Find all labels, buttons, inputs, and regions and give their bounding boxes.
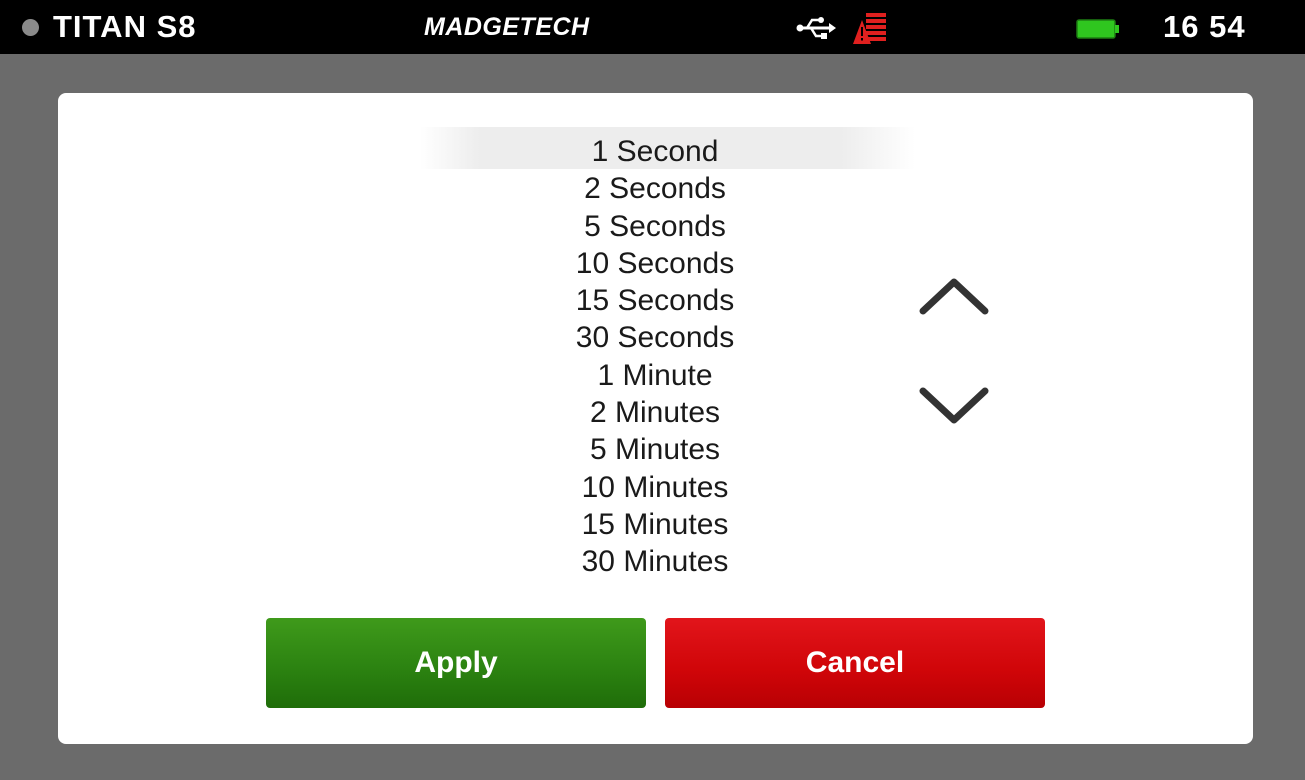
interval-option[interactable]: 5 Seconds: [455, 208, 855, 245]
device-name: TITAN S8: [53, 9, 197, 44]
interval-option[interactable]: 10 Seconds: [455, 245, 855, 282]
interval-option[interactable]: 30 Minutes: [455, 543, 855, 580]
alarm-icon: [853, 13, 886, 44]
interval-option[interactable]: 30 Seconds: [455, 319, 855, 356]
chevron-down-icon: [919, 387, 989, 424]
interval-option[interactable]: 15 Seconds: [455, 282, 855, 319]
clock-time: 16 54: [1163, 9, 1246, 44]
logging-interval-dialog: 1 Second 2 Seconds 5 Seconds 10 Seconds …: [58, 93, 1253, 744]
status-dot-icon: [22, 19, 39, 36]
chevron-up-icon: [919, 278, 989, 315]
status-bar: TITAN S8 MADGETECH 16 54: [0, 0, 1305, 54]
brand-logo: MADGETECH: [424, 13, 590, 41]
interval-option[interactable]: 1 Second: [455, 133, 855, 170]
battery-icon: [1076, 19, 1119, 39]
scroll-up-button[interactable]: [914, 265, 994, 329]
device-screen: TITAN S8 MADGETECH 16 54 1 Second 2 Seco…: [0, 0, 1305, 780]
interval-option-list[interactable]: 1 Second 2 Seconds 5 Seconds 10 Seconds …: [455, 133, 855, 581]
interval-option[interactable]: 10 Minutes: [455, 469, 855, 506]
interval-option[interactable]: 5 Minutes: [455, 431, 855, 468]
apply-button[interactable]: Apply: [266, 618, 646, 708]
interval-option[interactable]: 2 Minutes: [455, 394, 855, 431]
interval-option[interactable]: 2 Seconds: [455, 170, 855, 207]
usb-icon: [796, 17, 836, 39]
scroll-down-button[interactable]: [914, 373, 994, 437]
cancel-button[interactable]: Cancel: [665, 618, 1045, 708]
interval-option[interactable]: 1 Minute: [455, 357, 855, 394]
interval-option[interactable]: 15 Minutes: [455, 506, 855, 543]
